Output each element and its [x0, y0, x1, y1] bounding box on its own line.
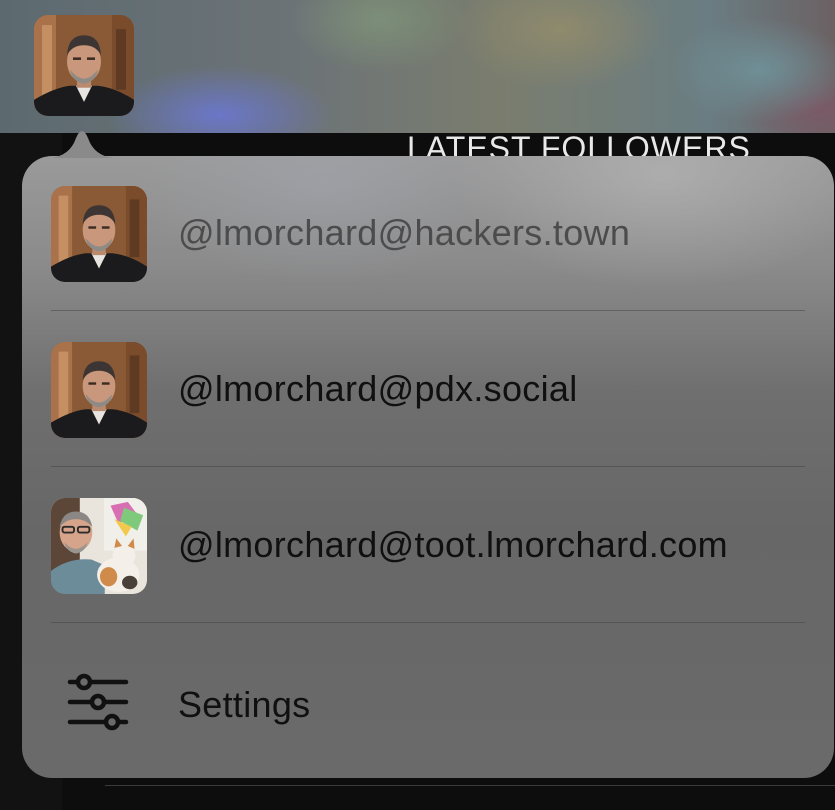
user-avatar-with-cat-icon [51, 498, 147, 594]
account-avatar [51, 186, 147, 282]
settings-label: Settings [178, 684, 311, 725]
user-avatar-portrait-icon [51, 186, 147, 282]
account-switcher-popover: @lmorchard@hackers.town @lmorchard@pdx.s… [22, 156, 834, 778]
user-avatar-portrait-icon [34, 15, 134, 116]
content-divider [105, 785, 835, 786]
account-avatar [51, 342, 147, 438]
account-handle: @lmorchard@pdx.social [178, 368, 578, 409]
app-screen: LATEST FOLLOWERS @lmorchard@hackers.town [0, 0, 835, 810]
account-item-pdx-social[interactable]: @lmorchard@pdx.social [22, 312, 834, 467]
account-switcher-avatar[interactable] [34, 15, 134, 116]
menu-divider [51, 466, 805, 467]
account-handle: @lmorchard@hackers.town [178, 212, 631, 253]
account-avatar [51, 498, 147, 594]
account-item-toot-lmorchard[interactable]: @lmorchard@toot.lmorchard.com [22, 468, 834, 623]
account-handle: @lmorchard@toot.lmorchard.com [178, 524, 728, 565]
popover-arrow [50, 131, 114, 158]
account-item-hackers-town[interactable]: @lmorchard@hackers.town [22, 156, 834, 311]
sliders-icon [67, 673, 129, 731]
menu-divider [51, 622, 805, 623]
settings-menu-item[interactable]: Settings [22, 624, 834, 778]
user-avatar-portrait-icon [51, 342, 147, 438]
menu-divider [51, 310, 805, 311]
